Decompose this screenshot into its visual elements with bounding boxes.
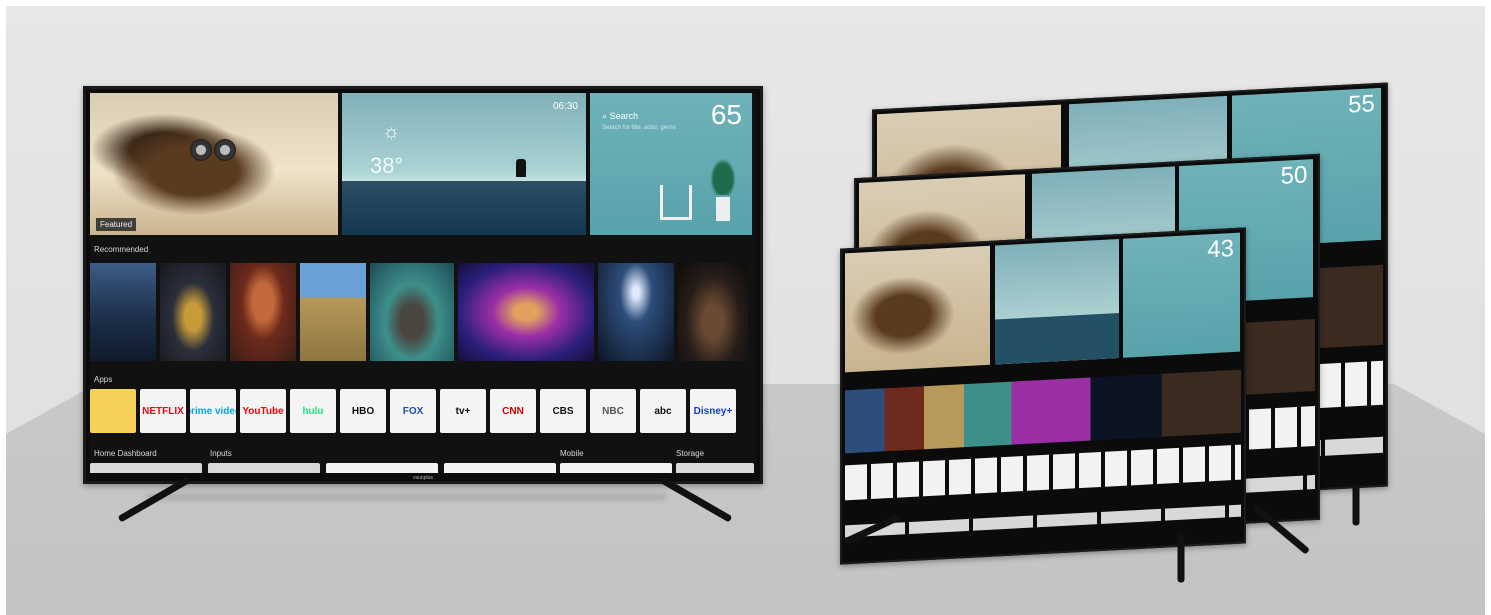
app-tile[interactable]: YouTube — [240, 389, 286, 433]
recommended-row — [90, 263, 756, 361]
search-hint: Search for title, actor, genre — [602, 125, 676, 131]
clock-readout: 06:30 — [552, 101, 578, 112]
sun-icon: ☼ — [382, 121, 401, 143]
size-label: 55 — [1348, 90, 1375, 119]
search-label: ⌕ Search — [602, 111, 638, 122]
apps-label: Apps — [94, 375, 113, 384]
recommended-item[interactable] — [598, 263, 674, 361]
featured-badge: Featured — [96, 218, 137, 231]
mini-recommended-row — [845, 370, 1241, 454]
app-tile[interactable] — [90, 389, 136, 433]
featured-tile[interactable]: Featured — [90, 93, 338, 235]
mini-apps-row — [845, 444, 1241, 500]
brand-logo: vsunplus — [413, 475, 433, 481]
product-scene: Featured 06:30 ☼ 38° ⌕ Search Search for… — [6, 6, 1485, 615]
inputs-label[interactable]: Inputs — [210, 449, 232, 458]
mini-hero-search: 43 — [1123, 232, 1240, 358]
tv-65-inch: Featured 06:30 ☼ 38° ⌕ Search Search for… — [83, 86, 763, 484]
app-tile[interactable]: prime video — [190, 389, 236, 433]
search-icon: ⌕ — [602, 111, 608, 121]
app-tile[interactable]: FOX — [390, 389, 436, 433]
search-tile[interactable]: ⌕ Search Search for title, actor, genre … — [590, 93, 752, 235]
size-label: 65 — [710, 99, 742, 130]
app-tile[interactable]: CNN — [490, 389, 536, 433]
recommended-label: Recommended — [94, 245, 149, 254]
app-tile[interactable]: NBC — [590, 389, 636, 433]
recommended-item[interactable] — [370, 263, 454, 361]
bottom-card[interactable] — [676, 463, 754, 473]
bottom-card[interactable] — [326, 463, 438, 473]
goggle-right — [214, 139, 236, 161]
bottom-nav: Home Dashboard Inputs Mobile Storage — [90, 449, 756, 473]
plant-illustration — [708, 155, 738, 195]
app-tile[interactable]: Disney+ — [690, 389, 736, 433]
recommended-item[interactable] — [300, 263, 366, 361]
tv-43-inch: 43 — [840, 227, 1246, 565]
tv-shadow — [146, 494, 666, 500]
search-text: Search — [609, 111, 639, 121]
temperature-readout: 38° — [370, 153, 404, 178]
silhouette-figure — [516, 159, 526, 177]
apps-row: NETFLIXprime videoYouTubehuluHBOFOXtv+CN… — [90, 389, 756, 435]
app-tile[interactable]: hulu — [290, 389, 336, 433]
app-tile[interactable]: tv+ — [440, 389, 486, 433]
tv-43-stand-right — [1177, 532, 1185, 583]
home-dashboard-label[interactable]: Home Dashboard — [94, 449, 157, 458]
recommended-item[interactable] — [458, 263, 594, 361]
tv-55-stand — [1352, 485, 1360, 526]
plant-pot — [716, 197, 730, 221]
weather-tile[interactable]: 06:30 ☼ 38° — [342, 93, 586, 235]
bottom-card[interactable] — [90, 463, 202, 473]
mobile-label[interactable]: Mobile — [560, 449, 584, 458]
size-label: 43 — [1207, 234, 1234, 264]
recommended-item[interactable] — [90, 263, 156, 361]
goggle-left — [190, 139, 212, 161]
app-tile[interactable]: HBO — [340, 389, 386, 433]
recommended-item[interactable] — [678, 263, 748, 361]
size-label: 50 — [1280, 161, 1308, 190]
tv-screen: Featured 06:30 ☼ 38° ⌕ Search Search for… — [90, 93, 756, 473]
bottom-card[interactable] — [208, 463, 320, 473]
mini-hero-weather — [994, 238, 1120, 365]
storage-label[interactable]: Storage — [676, 449, 704, 458]
app-tile[interactable]: NETFLIX — [140, 389, 186, 433]
bottom-card[interactable] — [560, 463, 672, 473]
chair-illustration — [660, 185, 692, 220]
app-tile[interactable]: abc — [640, 389, 686, 433]
recommended-item[interactable] — [230, 263, 296, 361]
mini-hero-featured — [845, 245, 990, 372]
bottom-card[interactable] — [444, 463, 556, 473]
recommended-item[interactable] — [160, 263, 226, 361]
app-tile[interactable]: CBS — [540, 389, 586, 433]
